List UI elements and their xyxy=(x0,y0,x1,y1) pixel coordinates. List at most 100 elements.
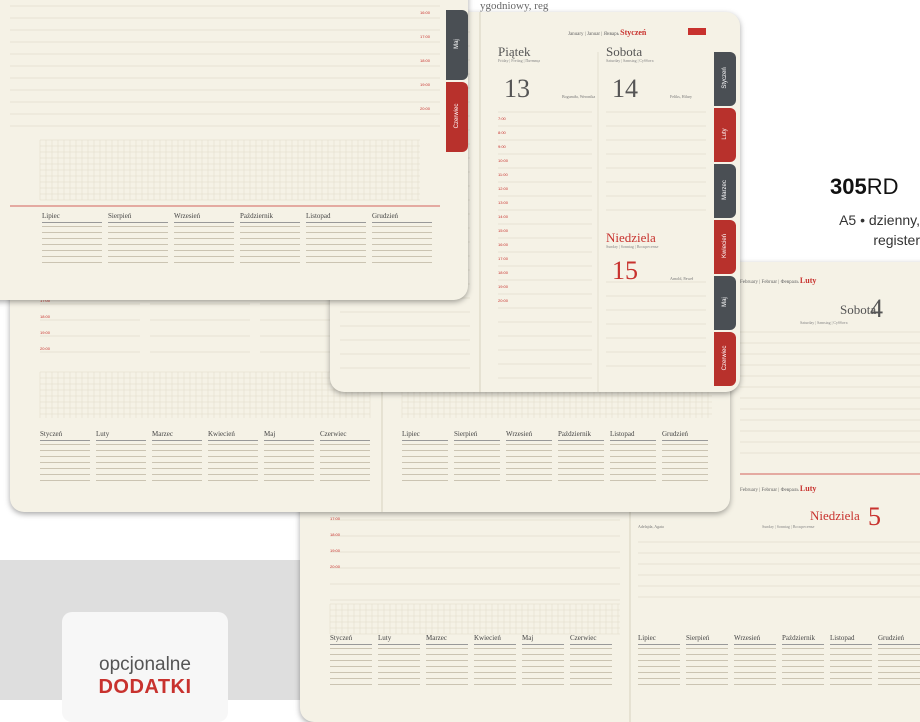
mini-month-name: Listopad xyxy=(306,212,331,220)
hour-label: 19:00 xyxy=(420,82,431,87)
hour-label: 12:00 xyxy=(498,186,509,191)
month-tab-label: Luty xyxy=(722,128,728,140)
mini-month-name: Kwiecień xyxy=(208,430,235,438)
hour-label: 11:00 xyxy=(498,172,508,177)
mini-month-days xyxy=(108,222,168,267)
mini-month: Styczeń xyxy=(40,430,90,485)
mini-month-days xyxy=(474,644,516,689)
mini-month-name: Wrzesień xyxy=(174,212,201,220)
mini-month: Marzec xyxy=(426,634,468,689)
month-tab[interactable]: Kwiecień xyxy=(714,220,736,274)
mini-month-days xyxy=(96,440,146,485)
optional-addons-card[interactable]: opcjonalne DODATKI xyxy=(62,612,228,722)
mini-month: Wrzesień xyxy=(734,634,776,689)
month-tab-label: Maj xyxy=(454,39,460,49)
hour-label: 17:00 xyxy=(498,256,509,261)
saturday-saint: Feliks, Hilary xyxy=(670,94,692,99)
mini-month-name: Czerwiec xyxy=(320,430,347,438)
mini-month-name: Wrzesień xyxy=(506,430,533,438)
month-tab[interactable]: Maj xyxy=(714,276,736,330)
mini-month: Listopad xyxy=(306,212,366,267)
month-tab[interactable]: Maj xyxy=(446,10,468,80)
mini-month-name: Grudzień xyxy=(662,430,689,438)
mini-month: Maj xyxy=(522,634,564,689)
month-flag xyxy=(688,28,706,35)
mini-month-name: Październik xyxy=(558,430,592,438)
mini-month-days xyxy=(152,440,202,485)
mini-month: Wrzesień xyxy=(174,212,234,267)
month-tab[interactable]: Luty xyxy=(714,108,736,162)
month-tab[interactable]: Marzec xyxy=(714,164,736,218)
mini-month-name: Sierpień xyxy=(108,212,132,220)
mini-month-days xyxy=(522,644,564,689)
mini-month-days xyxy=(558,440,604,485)
mini-month-name: Marzec xyxy=(152,430,173,438)
mini-month: Październik xyxy=(782,634,824,689)
friday-subtitle: Friday | Freitag | Пятница xyxy=(498,58,541,63)
mini-month-days xyxy=(372,222,432,267)
mini-month: Sierpień xyxy=(454,430,500,485)
mini-month-days xyxy=(662,440,708,485)
mini-month-name: Maj xyxy=(522,634,534,642)
mini-month-name: Lipiec xyxy=(42,212,60,220)
saturday-subtitle: Saturday | Samstag | Суббота xyxy=(800,320,848,325)
hour-label: 18:00 xyxy=(420,58,431,63)
mini-month: Luty xyxy=(96,430,146,485)
product-desc-line-1: A5 • dzienny, xyxy=(839,212,920,228)
hour-label: 18:00 xyxy=(40,314,51,319)
mini-month: Luty xyxy=(378,634,420,689)
mini-month-days xyxy=(878,644,920,689)
mini-month: Sierpień xyxy=(108,212,168,267)
mini-month-days xyxy=(40,440,90,485)
mini-month-name: Grudzień xyxy=(878,634,905,642)
hour-label: 13:00 xyxy=(498,200,509,205)
mini-month: Listopad xyxy=(830,634,872,689)
february-header-2: February | Februar | Февраль Luty xyxy=(740,484,817,493)
mini-month-name: Lipiec xyxy=(402,430,420,438)
mini-month-name: Maj xyxy=(264,430,276,438)
month-tab-label: Marzec xyxy=(722,180,728,200)
hour-label: 7:00 xyxy=(498,116,506,121)
mini-month-days xyxy=(686,644,728,689)
hour-label: 19:00 xyxy=(498,284,509,289)
hour-label: 18:00 xyxy=(498,270,509,275)
saturday-subtitle: Saturday | Samstag | Суббота xyxy=(606,58,654,63)
mini-month-name: Październik xyxy=(240,212,274,220)
mini-month: Lipiec xyxy=(402,430,448,485)
mini-month-days xyxy=(454,440,500,485)
mini-month-name: Luty xyxy=(378,634,392,642)
month-tab[interactable]: Czerwiec xyxy=(714,332,736,386)
sunday-subtitle: Sunday | Sonntag | Воскресенье xyxy=(762,524,815,529)
month-tab[interactable]: Styczeń xyxy=(714,52,736,106)
mini-month-days xyxy=(638,644,680,689)
mini-month-days xyxy=(782,644,824,689)
hour-label: 20:00 xyxy=(498,298,509,303)
hour-label: 19:00 xyxy=(40,330,51,335)
addons-label-2: DODATKI xyxy=(98,676,192,698)
mini-month: Maj xyxy=(264,430,314,485)
mini-month-name: Styczeń xyxy=(330,634,353,642)
mini-month: Kwiecień xyxy=(208,430,258,485)
mini-month-days xyxy=(208,440,258,485)
hour-label: 20:00 xyxy=(40,346,51,351)
planner-top-spread: 16:00 17:00 18:00 19:00 20:00 Maj Czerwiec Li… xyxy=(0,0,468,300)
sunday-title: Niedziela xyxy=(810,508,860,523)
mini-month: Grudzień xyxy=(372,212,432,267)
sunday-saint: Adelajda, Agata xyxy=(638,524,664,529)
mini-month-days xyxy=(378,644,420,689)
hour-label: 17:00 xyxy=(330,516,341,521)
hour-label: 9:00 xyxy=(498,144,506,149)
hour-label: 14:00 xyxy=(498,214,509,219)
saturday-number: 4 xyxy=(870,294,883,323)
month-tab-label: Czerwiec xyxy=(454,103,460,129)
mini-month: Grudzień xyxy=(662,430,708,485)
product-desc-line-2: register xyxy=(873,232,920,248)
mini-month-name: Sierpień xyxy=(454,430,478,438)
mini-month: Styczeń xyxy=(330,634,372,689)
hour-label: 17:00 xyxy=(420,34,431,39)
mini-month: Październik xyxy=(558,430,604,485)
mini-month-name: Sierpień xyxy=(686,634,710,642)
hour-label: 10:00 xyxy=(498,158,509,163)
month-tab[interactable]: Czerwiec xyxy=(446,82,468,152)
product-code: 305RD xyxy=(830,174,899,199)
